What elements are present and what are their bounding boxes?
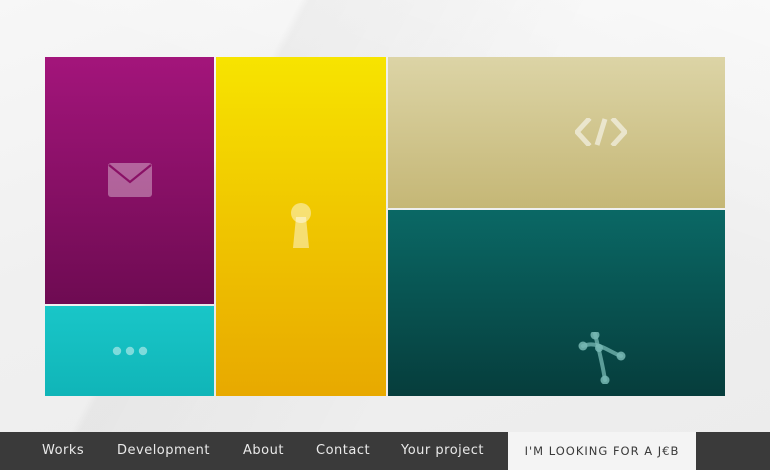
job-search-cta-button[interactable]: I'M LOOKING FOR A J€B [508, 432, 696, 470]
tile-more[interactable] [45, 306, 214, 396]
nav-item-your-project[interactable]: Your project [401, 432, 484, 470]
tile-code[interactable] [388, 57, 725, 208]
tile-vector[interactable] [388, 210, 725, 396]
tile-lock[interactable] [216, 57, 386, 396]
tile-grid [45, 57, 725, 396]
main-navbar: Works Development About Contact Your pro… [0, 432, 770, 470]
tile-mail[interactable] [45, 57, 214, 304]
code-icon [575, 118, 627, 146]
nav-item-about[interactable]: About [243, 432, 284, 470]
nav-item-contact[interactable]: Contact [316, 432, 370, 470]
keyhole-icon [291, 203, 311, 248]
dots-icon [112, 346, 148, 356]
nav-item-works[interactable]: Works [42, 432, 84, 470]
envelope-icon [108, 163, 152, 197]
bezier-pen-icon [578, 332, 626, 384]
nav-item-development[interactable]: Development [117, 432, 210, 470]
